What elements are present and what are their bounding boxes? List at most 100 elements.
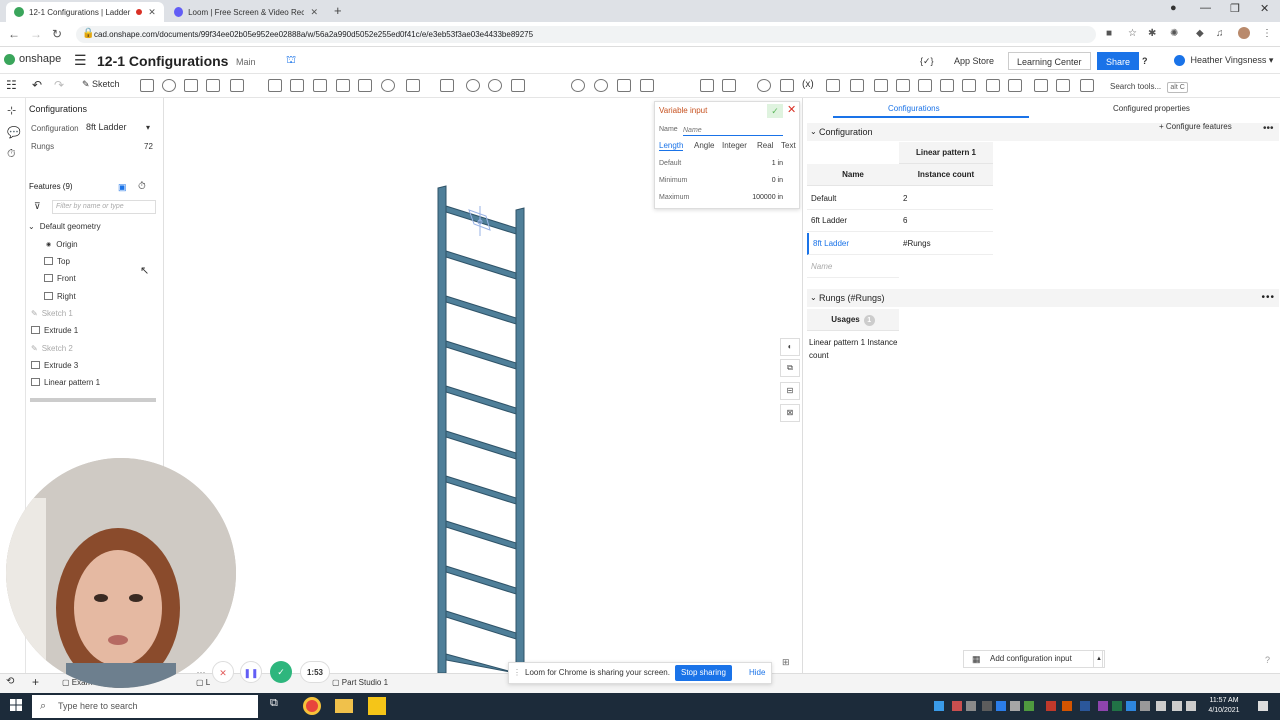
finish-recording-icon[interactable]: ✓ [270,661,292,683]
chevron-up-icon[interactable] [1140,701,1150,711]
help-icon[interactable]: ? [1142,52,1148,70]
tray-app-icon[interactable] [1062,701,1072,711]
hide-button[interactable]: Hide [749,663,765,683]
feature-front[interactable]: Front [44,272,76,284]
standard-content-icon[interactable] [1034,79,1048,92]
chrome-app-icon[interactable] [303,697,321,715]
profile-avatar-icon[interactable] [1238,27,1250,39]
revolve-icon[interactable] [162,79,176,92]
configuration-select[interactable]: 8ft Ladder [86,122,127,132]
corner-icon[interactable] [918,79,932,92]
document-title[interactable]: 12-1 Configurations [97,53,228,69]
feature-extrude-1[interactable]: Extrude 1 [31,324,78,336]
drag-handle-icon[interactable]: ⋮ [513,663,521,683]
tab-icon[interactable] [874,79,888,92]
bend-icon[interactable] [896,79,910,92]
chevron-up-icon[interactable]: ▲ [1093,650,1105,668]
camera-icon[interactable]: ■ [1106,28,1112,39]
fillet-icon[interactable] [268,79,282,92]
chamfer-icon[interactable] [290,79,304,92]
loom-webcam-bubble[interactable] [6,458,236,688]
view-cube-icon[interactable]: ⧉ [780,359,800,377]
feature-folder-icon[interactable]: ▣ [118,182,127,193]
frame-icon[interactable] [1008,79,1022,92]
branch-name[interactable]: Main [236,57,256,67]
hamburger-menu-icon[interactable]: ☰ [74,52,87,69]
stop-sharing-button[interactable]: Stop sharing [675,665,732,681]
sweep-icon[interactable] [184,79,198,92]
loom-extension-icon[interactable]: ✺ [1170,28,1178,39]
tray-app-icon[interactable] [1046,701,1056,711]
minimum-value-field[interactable]: 0 in [745,177,783,184]
tab-angle[interactable]: Angle [694,141,714,150]
section-view-icon[interactable]: ⊟ [780,382,800,400]
sheet-metal-icon[interactable] [826,79,840,92]
configure-features-button[interactable]: + Configure features [1159,122,1232,131]
feature-extrude-3[interactable]: Extrude 3 [31,359,78,371]
thicken-icon[interactable] [230,79,244,92]
notifications-icon[interactable] [1258,701,1268,711]
task-view-icon[interactable]: ⧉ [270,697,288,715]
tab-real[interactable]: Real [757,141,773,150]
extensions-puzzle-icon[interactable]: ◆ [1196,28,1204,39]
table-row-value[interactable]: 6 [899,210,993,232]
profile-circle-icon[interactable]: ● [1170,2,1177,14]
learning-center-button[interactable]: Learning Center [1008,52,1091,70]
feature-top[interactable]: Top [44,255,70,267]
url-field[interactable]: cad.onshape.com/documents/99f34ee02b05e9… [76,26,1096,43]
tray-app-icon[interactable] [966,701,976,711]
move-face-icon[interactable] [617,79,631,92]
chevron-down-icon[interactable]: ▾ [146,123,150,132]
forward-icon[interactable]: → [30,27,42,41]
add-custom-feature-icon[interactable] [1080,79,1094,92]
share-button[interactable]: Share [1097,52,1140,70]
pattern-icon[interactable] [406,79,420,92]
shell-icon[interactable] [358,79,372,92]
history-icon[interactable]: ⏱ [7,148,16,161]
feature-right[interactable]: Right [44,290,76,302]
pause-icon[interactable]: ❚❚ [240,661,262,683]
tray-app-icon[interactable] [1112,701,1122,711]
rip-icon[interactable] [962,79,976,92]
flange-icon[interactable] [850,79,864,92]
split-icon[interactable] [488,79,502,92]
tray-app-icon[interactable] [1098,701,1108,711]
tab-configured-properties[interactable]: Configured properties [1113,104,1190,113]
tray-app-icon[interactable] [952,701,962,711]
minimize-icon[interactable]: — [1200,2,1211,14]
feature-group-default-geometry[interactable]: ⌄ Default geometry [28,220,101,232]
browser-tab-loom[interactable]: Loom | Free Screen & Video Rec ✕ [166,2,326,22]
tray-app-icon[interactable] [1010,701,1020,711]
variable-function-icon[interactable]: (x) [802,79,814,90]
code-variable-button[interactable]: {✓} [920,52,934,70]
table-row-value[interactable]: #Rungs [899,233,993,255]
undo-icon[interactable]: ↶ [32,78,42,92]
graduation-cap-icon[interactable]: ⛫ [286,54,296,68]
bom-icon[interactable]: ⊞ [782,657,790,668]
rungs-value[interactable]: 72 [144,142,153,151]
rungs-section-header[interactable]: ⌄ Rungs (#Rungs) ••• [807,289,1279,307]
rollback-timer-icon[interactable]: ⏱ [138,181,146,192]
close-tab-icon[interactable]: ✕ [310,7,318,18]
relief-icon[interactable] [940,79,954,92]
mirror-icon[interactable] [440,79,454,92]
more-dots-icon[interactable]: ⋯ [190,661,212,683]
transform-icon[interactable] [511,79,525,92]
tab-text[interactable]: Text [781,141,796,150]
close-tab-icon[interactable]: ✕ [148,7,156,18]
tray-app-icon[interactable] [1024,701,1034,711]
feature-sketch-1[interactable]: ✎ Sketch 1 [31,307,73,319]
feature-list-icon[interactable]: ☷ [6,78,17,92]
table-row-value[interactable]: 2 [899,188,993,210]
table-row-name[interactable]: Default [807,188,899,210]
sketch-button[interactable]: ✎ Sketch [82,79,120,90]
modify-fillet-icon[interactable] [594,79,608,92]
chrome-menu-icon[interactable]: ⋮ [1262,28,1272,39]
bookmark-star-icon[interactable]: ☆ [1128,28,1137,39]
add-tab-icon[interactable]: + [32,675,39,689]
tray-app-icon[interactable] [934,701,944,711]
new-tab-icon[interactable]: + [334,3,342,18]
filter-icon[interactable]: ⊽ [34,201,41,212]
tray-app-icon[interactable] [1126,701,1136,711]
appearance-icon[interactable]: ◐ [780,338,800,356]
